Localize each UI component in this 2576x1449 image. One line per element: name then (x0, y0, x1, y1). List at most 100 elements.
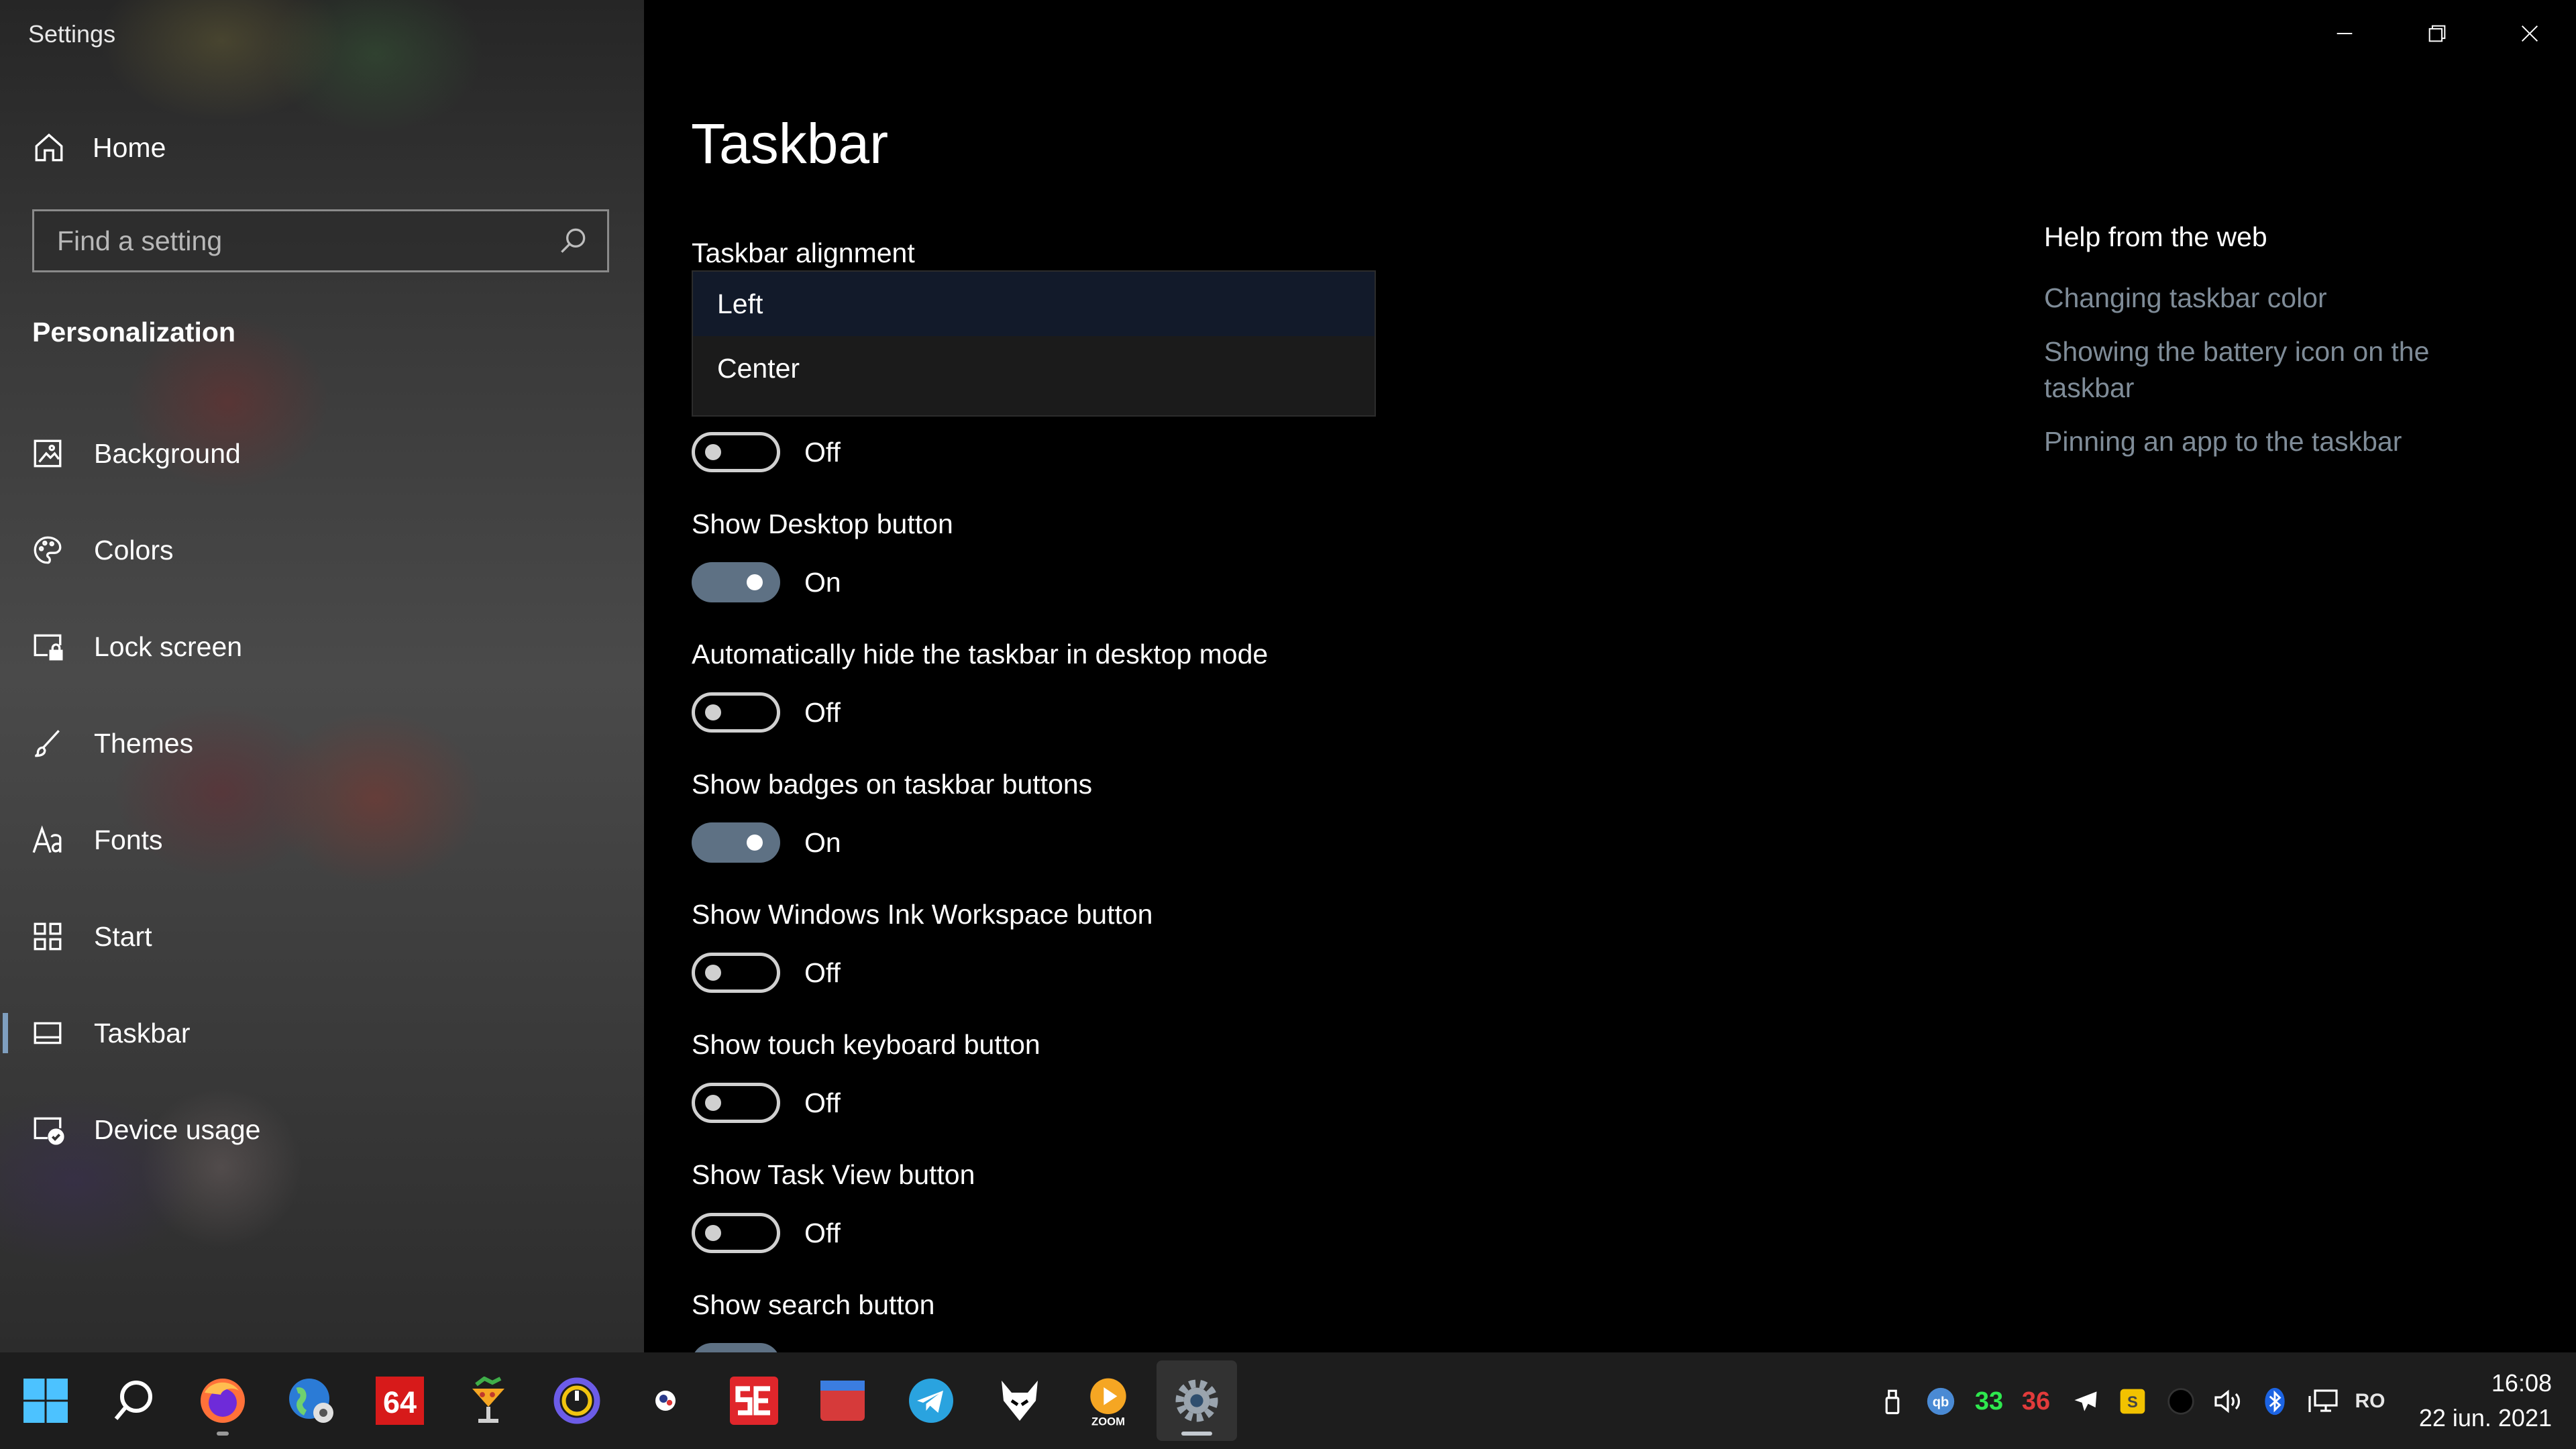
search-input[interactable] (34, 224, 556, 258)
tray-cpu-temp[interactable]: 33 (1972, 1385, 2006, 1418)
taskbar-fox-app[interactable] (979, 1360, 1060, 1441)
toggle-task-view[interactable] (692, 1213, 780, 1253)
taskbar-power-app[interactable] (537, 1360, 617, 1441)
tray-keyboard-layout[interactable]: RO (2353, 1385, 2387, 1418)
search-box[interactable] (32, 209, 609, 272)
toggle-state-auto-hide: Off (804, 697, 841, 728)
tray-qbittorrent[interactable]: qb (1924, 1385, 1957, 1418)
brush-icon (35, 730, 60, 757)
svg-text:ZOOM: ZOOM (1091, 1415, 1125, 1428)
alignment-dropdown[interactable]: Left Center (692, 270, 1376, 417)
toggle-state-touch-keyboard: Off (804, 1087, 841, 1118)
sidebar-item-lock-screen[interactable]: Lock screen (0, 606, 644, 687)
help-panel: Help from the web Changing taskbar color… (2044, 221, 2514, 477)
sidebar-item-label: Fonts (94, 824, 163, 855)
minimize-icon (2337, 33, 2353, 34)
picture-icon (34, 439, 62, 468)
taskbar-search-button[interactable] (94, 1360, 174, 1441)
shield-app-icon: S (2120, 1389, 2145, 1414)
svg-text:S: S (2127, 1393, 2138, 1411)
airplane-icon (2074, 1391, 2097, 1411)
nav-home-label: Home (93, 131, 166, 163)
window-app-icon (820, 1381, 865, 1421)
sidebar-item-themes[interactable]: Themes (0, 703, 644, 784)
globe-icon (289, 1379, 333, 1423)
search-icon[interactable] (556, 224, 590, 258)
toggle-switch-0[interactable] (692, 432, 780, 472)
tray-network[interactable] (2306, 1385, 2340, 1418)
window-controls (2298, 0, 2576, 67)
volume-icon (2214, 1389, 2241, 1413)
dark-circle-icon (2167, 1388, 2194, 1415)
font-icon (32, 825, 62, 853)
toggle-knob (747, 574, 763, 590)
sidebar-item-label: Lock screen (94, 631, 243, 662)
taskbar-globe-app[interactable] (271, 1360, 352, 1441)
home-icon (35, 133, 63, 162)
toggle-touch-keyboard[interactable] (692, 1083, 780, 1123)
svg-text:64: 64 (383, 1385, 417, 1419)
toggle-auto-hide[interactable] (692, 692, 780, 733)
dropdown-option-left[interactable]: Left (693, 272, 1375, 336)
windows-start-icon (23, 1379, 68, 1423)
alignment-label: Taskbar alignment (692, 237, 915, 268)
nav-home[interactable]: Home (32, 121, 166, 174)
sidebar-item-label: Themes (94, 727, 194, 759)
taskbar-window-app[interactable] (802, 1360, 883, 1441)
taskbar: 64 ZOOM qb 33 36 S RO 16:08 22 iun. 2021 (0, 1352, 2576, 1449)
tray-bluetooth[interactable] (2258, 1385, 2292, 1418)
taskbar-se-app[interactable] (714, 1360, 794, 1441)
sidebar-item-label: Colors (94, 534, 174, 566)
zoom-icon: ZOOM (1090, 1378, 1126, 1428)
help-link-pinning-app[interactable]: Pinning an app to the taskbar (2044, 423, 2514, 460)
taskbar-telegram[interactable] (891, 1360, 971, 1441)
sidebar-item-taskbar[interactable]: Taskbar (0, 993, 644, 1073)
taskbar-icon (34, 1022, 62, 1044)
taskbar-aida64[interactable]: 64 (360, 1360, 440, 1441)
restore-button[interactable] (2391, 0, 2483, 67)
sidebar-item-fonts[interactable]: Fonts (0, 800, 644, 880)
toggle-state-0: Off (804, 437, 841, 468)
taskbar-settings[interactable] (1157, 1360, 1237, 1441)
tray-airplane[interactable] (2069, 1385, 2102, 1418)
sidebar-item-start[interactable]: Start (0, 896, 644, 977)
help-title: Help from the web (2044, 221, 2267, 252)
tray-skype[interactable]: S (2116, 1385, 2149, 1418)
tray-gpu-temp[interactable]: 36 (2019, 1385, 2053, 1418)
taskbar-zoom[interactable]: ZOOM (1068, 1360, 1148, 1441)
help-link-battery-icon[interactable]: Showing the battery icon on the taskbar (2044, 333, 2514, 406)
clock-date: 22 iun. 2021 (2418, 1404, 2552, 1432)
sidebar-item-device-usage[interactable]: Device usage (0, 1089, 644, 1170)
obs-icon (655, 1391, 676, 1411)
taskbar-firefox[interactable] (182, 1360, 263, 1441)
toggle-knob (747, 835, 763, 851)
lock-screen-icon (34, 634, 63, 661)
toggle-state-badges: On (804, 827, 841, 858)
toggle-show-desktop[interactable] (692, 562, 780, 602)
toggle-knob (705, 965, 721, 981)
sidebar-item-label: Background (94, 437, 241, 469)
device-usage-icon (34, 1117, 64, 1145)
taskbar-clock[interactable]: 16:08 22 iun. 2021 (2419, 1366, 2552, 1436)
help-link-taskbar-color[interactable]: Changing taskbar color (2044, 280, 2514, 316)
qbittorrent-icon: qb (1927, 1387, 1955, 1415)
close-button[interactable] (2483, 0, 2576, 67)
toggle-knob (705, 1225, 721, 1241)
tray-volume[interactable] (2211, 1385, 2245, 1418)
start-button[interactable] (5, 1360, 86, 1441)
toggle-ink-workspace[interactable] (692, 953, 780, 993)
toggle-badges[interactable] (692, 822, 780, 863)
aida64-icon: 64 (376, 1377, 424, 1425)
selection-indicator (3, 1013, 8, 1053)
cocktail-icon (472, 1377, 504, 1423)
dropdown-option-center[interactable]: Center (693, 336, 1375, 400)
tray-usb[interactable] (1876, 1385, 1909, 1418)
sidebar-item-background[interactable]: Background (0, 413, 644, 494)
sidebar-item-colors[interactable]: Colors (0, 510, 644, 590)
section-heading: Personalization (32, 317, 236, 347)
taskbar-cocktail-app[interactable] (448, 1360, 529, 1441)
taskbar-obs[interactable] (625, 1360, 706, 1441)
restore-icon (2428, 25, 2446, 42)
minimize-button[interactable] (2298, 0, 2391, 67)
tray-dark-app[interactable] (2164, 1385, 2198, 1418)
